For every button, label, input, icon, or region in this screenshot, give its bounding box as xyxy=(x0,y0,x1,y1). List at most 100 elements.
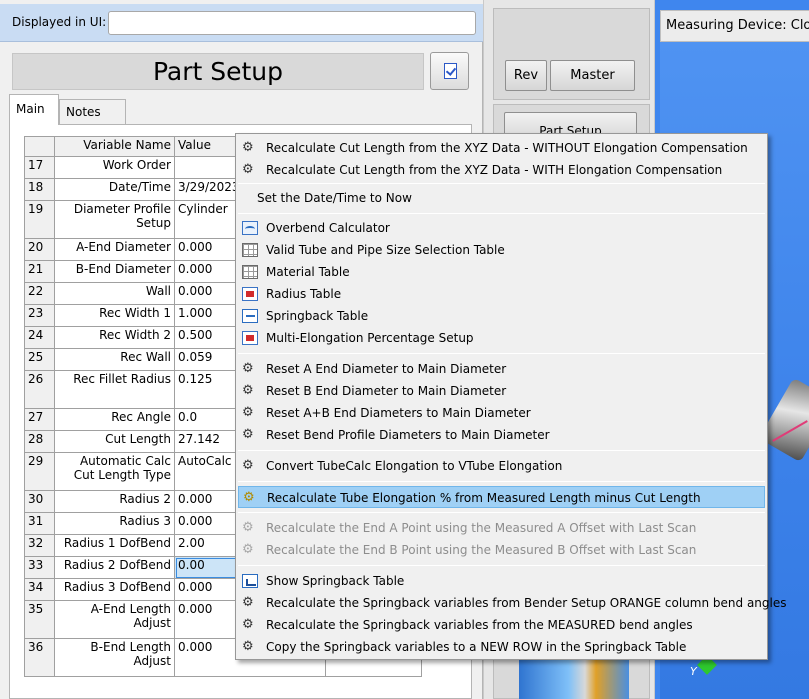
variable-name-cell: Cut Length xyxy=(54,430,175,453)
displayed-in-ui-label: Displayed in UI: xyxy=(12,15,107,29)
row-number: 30 xyxy=(24,490,55,513)
menu-item-show-springback-table[interactable]: Show Springback Table xyxy=(238,570,765,592)
menu-item-reset-b-end-diameter[interactable]: ⚙ Reset B End Diameter to Main Diameter xyxy=(238,380,765,402)
row-number: 26 xyxy=(24,370,55,409)
variable-name-cell: Radius 2 DofBend xyxy=(54,556,175,579)
row-number: 17 xyxy=(24,156,55,179)
menu-item-recalc-springback-measured[interactable]: ⚙ Recalculate the Springback variables fr… xyxy=(238,614,765,636)
variable-name-cell: Radius 3 DofBend xyxy=(54,578,175,601)
row-number-header xyxy=(24,136,55,157)
gear-icon: ⚙ xyxy=(242,617,254,632)
menu-separator xyxy=(238,213,765,214)
variable-name-cell: Rec Wall xyxy=(54,348,175,371)
gear-icon: ⚙ xyxy=(242,639,254,654)
menu-item-valid-tube-size-table[interactable]: Valid Tube and Pipe Size Selection Table xyxy=(238,239,765,261)
row-number: 22 xyxy=(24,282,55,305)
row-number: 34 xyxy=(24,578,55,601)
menu-item-recalc-cut-with[interactable]: ⚙ Recalculate Cut Length from the XYZ Dat… xyxy=(238,159,765,181)
menu-separator xyxy=(238,353,765,354)
row-number: 29 xyxy=(24,452,55,491)
context-menu: ⚙ Recalculate Cut Length from the XYZ Dat… xyxy=(235,133,787,660)
displayed-in-ui-input[interactable] xyxy=(108,11,476,35)
menu-item-recalc-cut-without[interactable]: ⚙ Recalculate Cut Length from the XYZ Dat… xyxy=(238,137,765,159)
overbend-icon xyxy=(242,221,258,235)
master-button[interactable]: Master xyxy=(550,60,635,91)
page-title: Part Setup xyxy=(12,53,424,90)
gear-icon: ⚙ xyxy=(242,140,254,155)
variable-name-cell: Rec Width 1 xyxy=(54,304,175,327)
rev-button[interactable]: Rev xyxy=(505,60,547,91)
measuring-device-header: Measuring Device: Cloud xyxy=(660,10,809,42)
row-number: 21 xyxy=(24,260,55,283)
row-number: 23 xyxy=(24,304,55,327)
menu-separator xyxy=(238,450,765,451)
tab-notes-list[interactable]: Notes List xyxy=(59,99,126,144)
menu-item-overbend-calculator[interactable]: Overbend Calculator xyxy=(238,217,765,239)
checklist-button[interactable] xyxy=(430,52,469,90)
menu-item-material-table[interactable]: Material Table xyxy=(238,261,765,283)
menu-item-springback-table[interactable]: Springback Table xyxy=(238,305,765,327)
grid-icon xyxy=(242,243,258,257)
gear-yellow-icon: ⚙ xyxy=(242,520,254,535)
row-number: 31 xyxy=(24,512,55,535)
gear-icon: ⚙ xyxy=(242,405,254,420)
gear-yellow-icon: ⚙ xyxy=(243,490,255,505)
menu-item-recalc-springback-orange[interactable]: ⚙ Recalculate the Springback variables fr… xyxy=(238,592,787,614)
tab-main[interactable]: Main xyxy=(9,94,59,125)
menu-item-recalc-end-a-point: ⚙ Recalculate the End A Point using the M… xyxy=(242,520,697,536)
row-number: 25 xyxy=(24,348,55,371)
menu-separator xyxy=(238,565,765,566)
menu-item-multi-elongation-setup[interactable]: Multi-Elongation Percentage Setup xyxy=(238,327,765,349)
variable-name-cell: Radius 3 xyxy=(54,512,175,535)
variable-name-cell: Automatic Calc Cut Length Type xyxy=(54,452,175,491)
gear-icon: ⚙ xyxy=(242,361,254,376)
variable-name-cell: A-End Diameter xyxy=(54,238,175,261)
variable-name-cell: B-End Diameter xyxy=(54,260,175,283)
menu-item-reset-bend-profile-diameters[interactable]: ⚙ Reset Bend Profile Diameters to Main Di… xyxy=(238,424,765,446)
variable-name-cell: B-End Length Adjust xyxy=(54,638,175,677)
row-number: 33 xyxy=(24,556,55,579)
menu-separator xyxy=(238,183,765,184)
menu-item-reset-ab-end-diameters[interactable]: ⚙ Reset A+B End Diameters to Main Diamete… xyxy=(238,402,765,424)
variable-name-cell: Radius 2 xyxy=(54,490,175,513)
menu-item-reset-a-end-diameter[interactable]: ⚙ Reset A End Diameter to Main Diameter xyxy=(238,358,765,380)
row-number: 36 xyxy=(24,638,55,677)
gear-icon: ⚙ xyxy=(242,458,254,473)
axis-y-label: Y xyxy=(690,665,697,678)
variable-name-cell: A-End Length Adjust xyxy=(54,600,175,639)
row-number: 24 xyxy=(24,326,55,349)
variable-name-cell: Work Order xyxy=(54,156,175,179)
menu-item-recalc-end-b-point: ⚙ Recalculate the End B Point using the M… xyxy=(242,542,697,558)
variable-name-cell: Diameter Profile Setup xyxy=(54,200,175,239)
row-number: 28 xyxy=(24,430,55,453)
row-number: 20 xyxy=(24,238,55,261)
menu-item-set-date-now[interactable]: Set the Date/Time to Now xyxy=(238,187,765,209)
menu-separator xyxy=(238,481,765,482)
radius-table-icon xyxy=(242,287,258,301)
gear-icon: ⚙ xyxy=(242,595,254,610)
gear-icon: ⚙ xyxy=(242,383,254,398)
variable-name-cell: Radius 1 DofBend xyxy=(54,534,175,557)
row-number: 19 xyxy=(24,200,55,239)
springback-table-icon xyxy=(242,309,258,323)
checklist-icon xyxy=(444,63,457,79)
gear-yellow-icon: ⚙ xyxy=(242,542,254,557)
variable-name-cell: Rec Angle xyxy=(54,408,175,431)
menu-item-radius-table[interactable]: Radius Table xyxy=(238,283,765,305)
variable-name-cell: Date/Time xyxy=(54,178,175,201)
menu-item-recalc-tube-elongation[interactable]: ⚙ Recalculate Tube Elongation % from Meas… xyxy=(238,486,765,508)
elongation-table-icon xyxy=(242,331,258,345)
gear-icon: ⚙ xyxy=(242,427,254,442)
gear-icon: ⚙ xyxy=(242,162,254,177)
row-number: 27 xyxy=(24,408,55,431)
menu-item-copy-springback-new-row[interactable]: ⚙ Copy the Springback variables to a NEW … xyxy=(238,636,765,658)
row-number: 35 xyxy=(24,600,55,639)
variable-name-header[interactable]: Variable Name xyxy=(54,136,175,157)
menu-separator xyxy=(238,512,765,513)
row-number: 18 xyxy=(24,178,55,201)
display-bar: Displayed in UI: xyxy=(0,4,483,42)
variable-name-cell: Rec Width 2 xyxy=(54,326,175,349)
variable-name-cell: Rec Fillet Radius xyxy=(54,370,175,409)
menu-item-convert-tubecalc-elongation[interactable]: ⚙ Convert TubeCalc Elongation to VTube El… xyxy=(238,455,765,477)
show-table-icon xyxy=(242,574,258,588)
